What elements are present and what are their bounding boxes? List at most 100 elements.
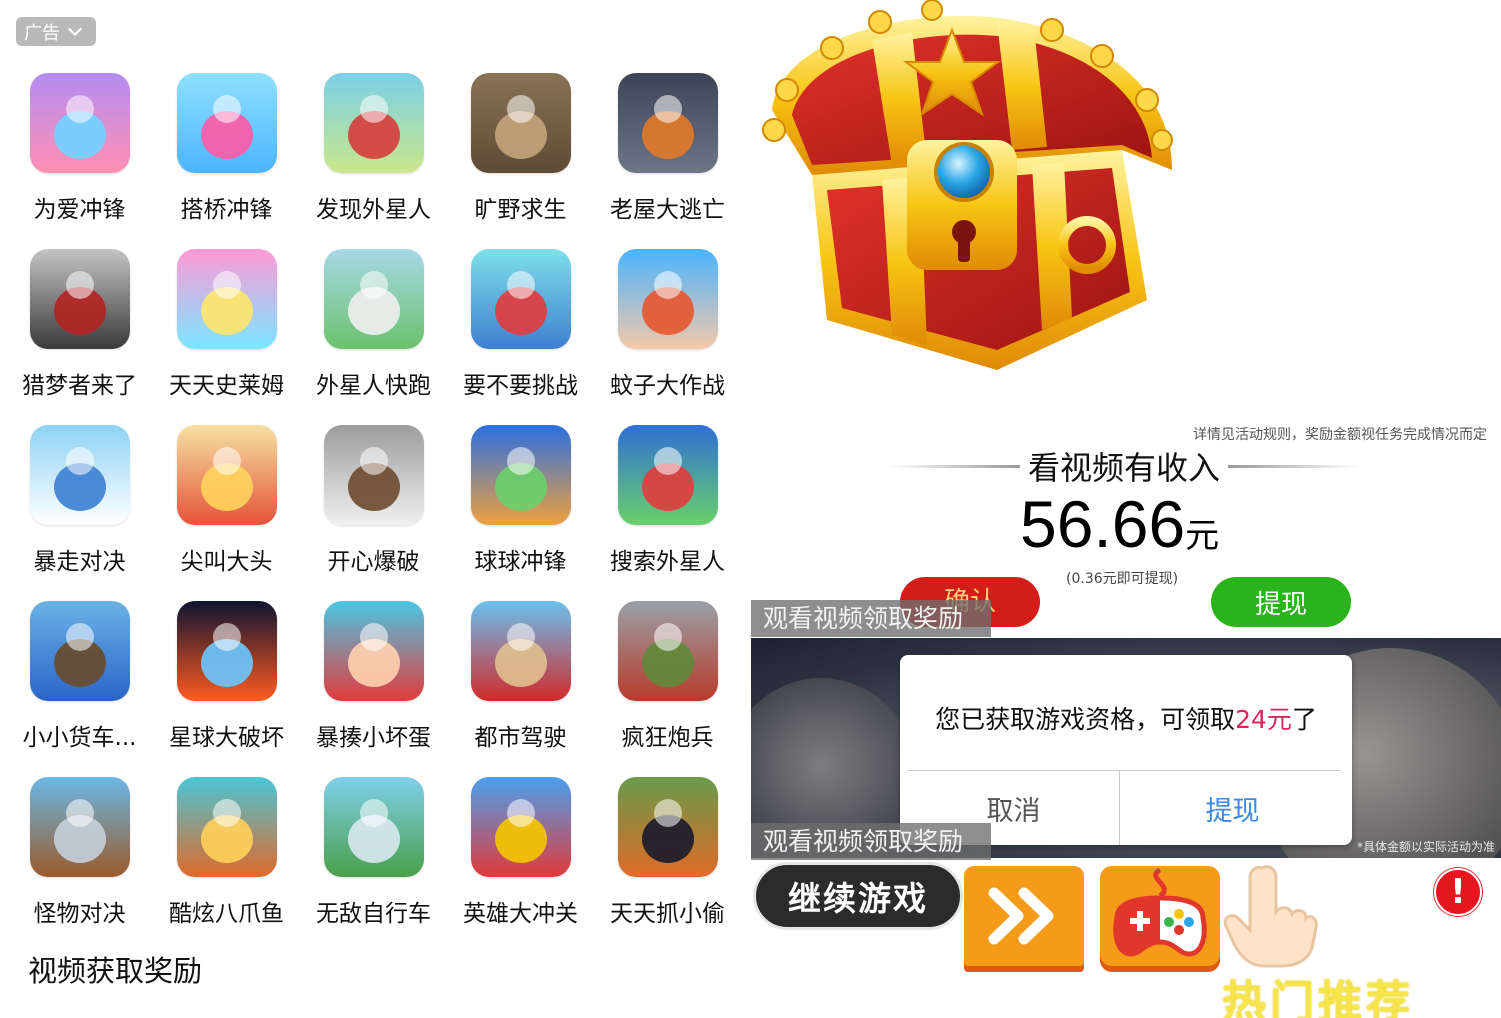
alert-icon[interactable]: ! — [1434, 868, 1482, 916]
hero-tower-icon[interactable] — [470, 777, 571, 877]
stickman-duel-icon[interactable] — [29, 425, 130, 525]
slime-icon[interactable] — [176, 249, 277, 349]
game-label: 老屋大逃亡 — [610, 197, 725, 223]
choice-girl-icon[interactable] — [470, 249, 571, 349]
dialog-message: 您已获取游戏资格，可领取24元了 — [900, 700, 1352, 736]
army-icon[interactable] — [617, 601, 718, 701]
game-tile[interactable]: 外星人快跑 — [300, 249, 447, 425]
amount-unit: 元 — [1185, 517, 1220, 555]
treasure-chest-icon — [762, 0, 1173, 370]
game-label: 旷野求生 — [474, 197, 567, 223]
game-tile[interactable]: 猎梦者来了 — [6, 249, 153, 425]
fast-forward-button[interactable] — [964, 866, 1084, 966]
game-tile[interactable]: 要不要挑战 — [447, 249, 594, 425]
game-label: 尖叫大头 — [180, 549, 273, 575]
angry-face-icon[interactable] — [323, 601, 424, 701]
game-label: 酷炫八爪鱼 — [169, 901, 284, 927]
dream-hunter-icon[interactable] — [29, 249, 130, 349]
game-label: 蚊子大作战 — [610, 373, 725, 399]
game-tile[interactable]: 尖叫大头 — [153, 425, 300, 601]
game-tile[interactable]: 无敌自行车 — [300, 777, 447, 953]
ad-tag-dropdown[interactable]: 广告 — [16, 17, 96, 46]
divider-line — [1228, 464, 1361, 468]
game-label: 无敌自行车 — [316, 901, 431, 927]
game-tile[interactable]: 老屋大逃亡 — [594, 73, 741, 249]
alien-run-icon[interactable] — [323, 249, 424, 349]
game-label: 都市驾驶 — [474, 725, 567, 751]
game-tile[interactable]: 星球大破坏 — [153, 601, 300, 777]
dialog-message-suffix: 了 — [1291, 705, 1317, 734]
watch-heading-text: 看视频有收入 — [1028, 449, 1221, 487]
watch-video-banner[interactable]: 观看视频领取奖励 — [751, 600, 991, 637]
reward-amount: 56.66元 — [1020, 486, 1219, 562]
game-tile[interactable]: 搜索外星人 — [594, 425, 741, 601]
octopus-icon[interactable] — [176, 777, 277, 877]
planet-smash-icon[interactable] — [176, 601, 277, 701]
game-label: 小小货车... — [22, 725, 137, 751]
amount-value: 56.66 — [1020, 487, 1186, 561]
game-tile[interactable]: 小小货车... — [6, 601, 153, 777]
cargo-truck-icon[interactable] — [29, 601, 130, 701]
game-tile[interactable]: 旷野求生 — [447, 73, 594, 249]
ball-track-icon[interactable] — [470, 425, 571, 525]
game-tile[interactable]: 暴揍小坏蛋 — [300, 601, 447, 777]
police-chase-icon[interactable] — [617, 777, 718, 877]
watch-video-heading: 看视频有收入 — [888, 446, 1361, 487]
withdraw-button[interactable]: 提现 — [1211, 577, 1351, 627]
divider-line — [888, 464, 1020, 468]
prison-escape-icon[interactable] — [617, 73, 718, 173]
game-tile[interactable]: 怪物对决 — [6, 777, 153, 953]
game-tile[interactable]: 开心爆破 — [300, 425, 447, 601]
game-label: 暴走对决 — [33, 549, 126, 575]
game-tile[interactable]: 为爱冲锋 — [6, 73, 153, 249]
game-grid: 为爱冲锋 搭桥冲锋 发现外星人 旷野求生 老屋大逃亡猎梦者来了 天天史莱姆 外星人快跑 要不要… — [6, 73, 741, 953]
min-withdraw-note: (0.36元即可提现) — [1066, 571, 1179, 587]
game-tile[interactable]: 天天史莱姆 — [153, 249, 300, 425]
game-label: 英雄大冲关 — [463, 901, 578, 927]
game-tile[interactable]: 英雄大冲关 — [447, 777, 594, 953]
double-chevron-right-icon — [988, 887, 1054, 945]
game-tile[interactable]: 蚊子大作战 — [594, 249, 741, 425]
bridge-stack-icon[interactable] — [176, 73, 277, 173]
wedding-runner-icon[interactable] — [29, 73, 130, 173]
sports-car-icon[interactable] — [470, 601, 571, 701]
game-tile[interactable]: 疯狂炮兵 — [594, 601, 741, 777]
game-center-button[interactable] — [1100, 866, 1220, 966]
game-tile[interactable]: 搭桥冲锋 — [153, 73, 300, 249]
mosquito-icon[interactable] — [617, 249, 718, 349]
game-label: 猎梦者来了 — [22, 373, 137, 399]
game-label: 球球冲锋 — [474, 549, 567, 575]
block-survival-icon[interactable] — [470, 73, 571, 173]
reward-dialog: 您已获取游戏资格，可领取24元了 取消 提现 — [900, 655, 1352, 845]
game-label: 疯狂炮兵 — [621, 725, 714, 751]
dialog-reward-amount: 24元 — [1235, 705, 1292, 734]
game-label: 发现外星人 — [316, 197, 431, 223]
game-label: 暴揍小坏蛋 — [316, 725, 431, 751]
game-label: 开心爆破 — [327, 549, 420, 575]
game-tile[interactable]: 球球冲锋 — [447, 425, 594, 601]
game-tile[interactable]: 天天抓小偷 — [594, 777, 741, 953]
game-tile[interactable]: 酷炫八爪鱼 — [153, 777, 300, 953]
game-tile[interactable]: 都市驾驶 — [447, 601, 594, 777]
tnt-icon[interactable] — [323, 425, 424, 525]
ad-panel: 广告 为爱冲锋 搭桥冲锋 发现外星人 旷野求生 老屋大逃亡猎梦者来了 天天史莱姆 外星人快跑… — [0, 0, 750, 1000]
rules-note: 详情见活动规则，奖励金额视任务完成情况而定 — [1193, 427, 1487, 443]
game-label: 怪物对决 — [33, 901, 126, 927]
pointing-hand-icon — [1223, 865, 1318, 968]
game-tile[interactable]: 暴走对决 — [6, 425, 153, 601]
alien-search-icon[interactable] — [617, 425, 718, 525]
bicycle-icon[interactable] — [323, 777, 424, 877]
hot-recommend-label[interactable]: 热门推荐 — [1222, 966, 1414, 1018]
reward-section-title: 视频获取奖励 — [28, 954, 203, 988]
gamepad-icon — [1113, 868, 1207, 957]
alien-find-icon[interactable] — [323, 73, 424, 173]
game-tile[interactable]: 发现外星人 — [300, 73, 447, 249]
game-label: 星球大破坏 — [169, 725, 284, 751]
shark-monster-icon[interactable] — [29, 777, 130, 877]
game-label: 天天史莱姆 — [169, 373, 284, 399]
scream-head-icon[interactable] — [176, 425, 277, 525]
dialog-message-prefix: 您已获取游戏资格，可领取 — [935, 705, 1236, 734]
continue-game-button[interactable]: 继续游戏 — [753, 862, 963, 930]
watch-video-banner[interactable]: 观看视频领取奖励 — [751, 823, 991, 860]
dialog-withdraw-button[interactable]: 提现 — [1120, 771, 1345, 845]
